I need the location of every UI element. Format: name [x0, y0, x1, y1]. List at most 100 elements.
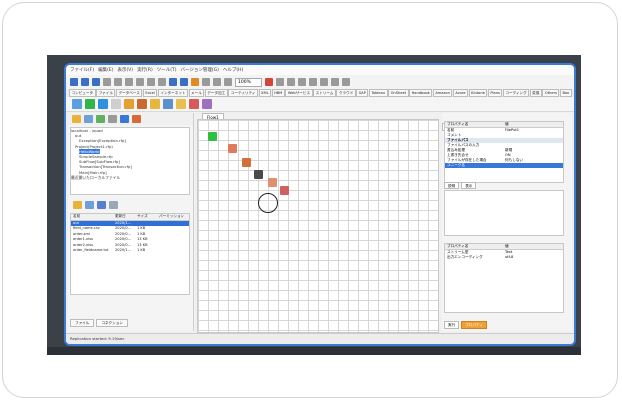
tree-item[interactable]: 最近開いたローカルファイル — [71, 175, 189, 180]
tab-files[interactable]: ファイル — [70, 319, 95, 327]
folder-icon[interactable] — [72, 115, 81, 123]
component-excel-icon[interactable] — [124, 99, 134, 109]
status-bar: Replication started: 9.19/sec — [66, 333, 574, 344]
debug-icon[interactable] — [191, 78, 199, 86]
tab-box[interactable]: Box — [559, 89, 572, 97]
tab-sap[interactable]: SAP — [356, 89, 369, 97]
component-copy-icon[interactable] — [163, 99, 173, 109]
tab-others[interactable]: Others — [542, 89, 560, 97]
tab-excel[interactable]: Excel — [142, 89, 158, 97]
redo-icon[interactable] — [125, 78, 133, 86]
align-top-icon[interactable] — [308, 78, 317, 86]
collapse-icon[interactable] — [132, 115, 141, 123]
zoom-in-icon[interactable] — [224, 78, 232, 86]
tab-properties[interactable]: プロパティ — [461, 321, 487, 329]
folder-open-icon[interactable] — [73, 201, 82, 209]
tab-connections[interactable]: コネクション — [96, 319, 128, 327]
align-left-icon[interactable] — [275, 78, 284, 86]
tab-kintone[interactable]: Kintone — [468, 89, 488, 97]
file-get-node-icon[interactable] — [228, 144, 237, 153]
tab-amazon[interactable]: Amazon — [432, 89, 453, 97]
save-all-icon[interactable] — [103, 78, 111, 86]
upload-icon[interactable] — [85, 201, 94, 209]
desktop: ファイル(F) 編集(E) 表示(V) 実行(R) ツール(T) バージョン管理… — [47, 55, 581, 355]
refresh-icon[interactable] — [84, 115, 93, 123]
tab-tableau[interactable]: Tableau — [368, 89, 388, 97]
tab-plans[interactable]: Plans — [487, 89, 503, 97]
cut-icon[interactable] — [136, 78, 144, 86]
tab-onsheet[interactable]: OnSheet — [388, 89, 409, 97]
new-file-icon[interactable] — [70, 78, 78, 86]
tab-coding[interactable]: コーディング — [502, 89, 530, 97]
component-rename-icon[interactable] — [202, 99, 212, 109]
component-delete-icon[interactable] — [189, 99, 199, 109]
run-icon[interactable] — [169, 78, 177, 86]
tab-conversion[interactable]: 変換 — [529, 89, 542, 97]
tab-computer[interactable]: コンピュータ — [69, 89, 96, 97]
stop-icon[interactable] — [202, 78, 210, 86]
mapper-node-icon[interactable] — [254, 170, 263, 179]
distribute-icon[interactable] — [341, 78, 350, 86]
menu-version-control[interactable]: バージョン管理(G) — [180, 67, 218, 73]
align-right-icon[interactable] — [297, 78, 306, 86]
tab-description[interactable]: 説明 — [444, 182, 460, 189]
align-center-icon[interactable] — [286, 78, 295, 86]
tab-mail[interactable]: メール — [188, 89, 205, 97]
undo-icon[interactable] — [114, 78, 122, 86]
open-icon[interactable] — [81, 78, 89, 86]
menu-help[interactable]: ヘルプ(H) — [223, 67, 243, 73]
component-file-list-icon[interactable] — [98, 99, 108, 109]
paste-icon[interactable] — [158, 78, 166, 86]
component-file-put-icon[interactable] — [85, 99, 95, 109]
refresh-files-icon[interactable] — [109, 201, 118, 209]
tab-handbook[interactable]: Handbook — [409, 89, 433, 97]
property-row[interactable]: 出力エンコーディング utf-8 — [445, 255, 563, 260]
tab-xml[interactable]: XML — [258, 89, 272, 97]
description-area[interactable] — [444, 190, 564, 236]
tab-view[interactable]: 表示 — [461, 182, 477, 189]
align-bottom-icon[interactable] — [330, 78, 339, 86]
property-row-selected[interactable]: ユニーク名 — [445, 163, 563, 168]
end-node-icon[interactable] — [280, 186, 289, 195]
zoom-select[interactable]: 100% — [235, 77, 262, 87]
align-middle-icon[interactable] — [319, 78, 328, 86]
zoom-out-icon[interactable] — [213, 78, 221, 86]
menu-tools[interactable]: ツール(T) — [157, 67, 177, 73]
expand-icon[interactable] — [120, 115, 129, 123]
screenshot-frame: ファイル(F) 編集(E) 表示(V) 実行(R) ツール(T) バージョン管理… — [2, 2, 618, 398]
component-file-get-icon[interactable] — [72, 99, 82, 109]
file-browser-toolbar — [70, 199, 191, 211]
component-csv-icon[interactable] — [137, 99, 147, 109]
tab-file[interactable]: ファイル — [96, 89, 116, 97]
flow-canvas[interactable] — [197, 119, 439, 333]
save-icon[interactable] — [92, 78, 100, 86]
tab-internet[interactable]: インターネット — [157, 89, 189, 97]
menu-view[interactable]: 表示(V) — [117, 67, 133, 73]
start-node-icon[interactable] — [208, 132, 217, 141]
tab-stream[interactable]: ストリーム — [313, 89, 336, 97]
menu-run[interactable]: 実行(R) — [137, 67, 153, 73]
tab-web-service[interactable]: Webサービス — [285, 89, 313, 97]
tab-utility[interactable]: ユーティリティ — [228, 89, 258, 97]
tab-cloud[interactable]: クラウド — [336, 89, 356, 97]
settings-icon[interactable] — [108, 115, 117, 123]
file-put-node-icon[interactable] — [268, 178, 277, 187]
new-project-icon[interactable] — [96, 115, 105, 123]
file-row[interactable]: order_fieldname.txt 2020/1... 1 KB — [71, 248, 189, 254]
tab-database[interactable]: データベース — [115, 89, 143, 97]
menu-file[interactable]: ファイル(F) — [70, 67, 94, 73]
tab-hbm[interactable]: HBM — [271, 89, 285, 97]
tab-execute[interactable]: 実行 — [444, 321, 460, 329]
menu-edit[interactable]: 編集(E) — [98, 67, 113, 73]
csv-node-icon[interactable] — [242, 158, 251, 167]
grid-icon[interactable] — [264, 78, 273, 86]
explorer-toolbar — [68, 113, 193, 125]
tab-azure[interactable]: Azure — [452, 89, 469, 97]
step-icon[interactable] — [180, 78, 188, 86]
component-folder-icon[interactable] — [150, 99, 160, 109]
copy-icon[interactable] — [147, 78, 155, 86]
component-move-icon[interactable] — [176, 99, 186, 109]
app-window: ファイル(F) 編集(E) 表示(V) 実行(R) ツール(T) バージョン管理… — [64, 63, 576, 346]
tab-data-processing[interactable]: データ加工 — [204, 89, 228, 97]
download-icon[interactable] — [97, 201, 106, 209]
